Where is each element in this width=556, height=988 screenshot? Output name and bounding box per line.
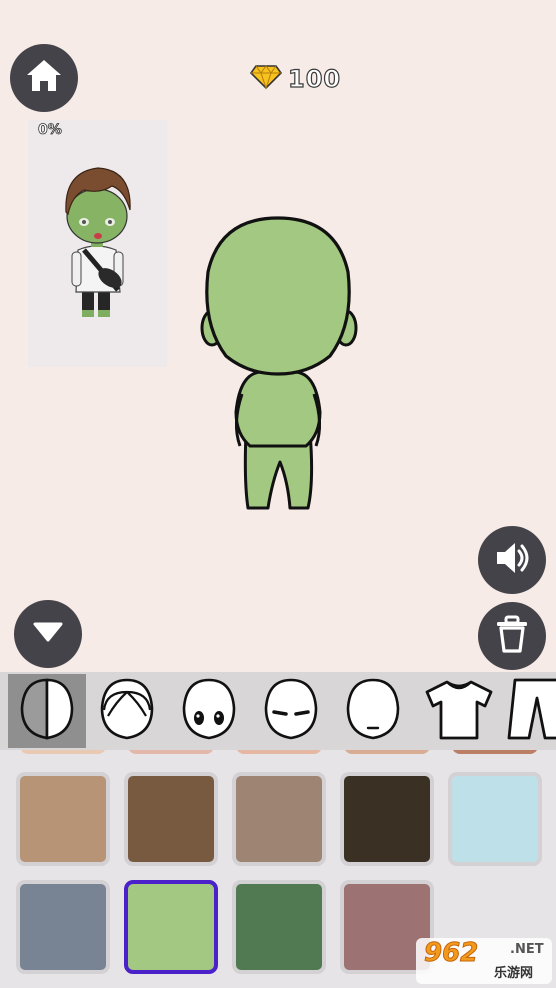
- gem-counter: 100: [249, 64, 342, 94]
- triangle-down-icon: [31, 620, 65, 648]
- tab-hair[interactable]: [88, 674, 166, 748]
- category-bar: [0, 672, 556, 750]
- tab-bottom[interactable]: [498, 674, 556, 748]
- tab-top[interactable]: [420, 674, 498, 748]
- tshirt-icon: [423, 676, 495, 746]
- watermark-number: 962: [423, 938, 479, 969]
- eyebrows-icon: [260, 676, 322, 746]
- character-preview-card[interactable]: 0%: [28, 120, 167, 367]
- skin-swatch[interactable]: [232, 772, 326, 866]
- preview-character: [65, 167, 131, 317]
- skin-swatch[interactable]: [340, 772, 434, 866]
- pants-icon: [501, 676, 556, 746]
- skin-swatch[interactable]: [16, 772, 110, 866]
- watermark-logo: 962 .NET 乐游网: [416, 938, 552, 984]
- sound-button[interactable]: [478, 526, 546, 594]
- skin-swatch[interactable]: [232, 880, 326, 974]
- collapse-panel-button[interactable]: [14, 600, 82, 668]
- watermark-domain: .NET: [510, 942, 544, 957]
- eyes-icon: [178, 676, 240, 746]
- home-button[interactable]: [10, 44, 78, 112]
- skin-swatch[interactable]: [124, 880, 218, 974]
- tab-eyes[interactable]: [170, 674, 248, 748]
- skin-swatch[interactable]: [124, 772, 218, 866]
- home-icon: [24, 56, 64, 100]
- skin-swatch[interactable]: [448, 772, 542, 866]
- trash-button[interactable]: [478, 602, 546, 670]
- hair-icon: [96, 676, 158, 746]
- watermark-site-name: 乐游网: [494, 966, 534, 981]
- skin-swatch[interactable]: [16, 880, 110, 974]
- tab-skin[interactable]: [8, 674, 86, 748]
- tab-eyebrows[interactable]: [252, 674, 330, 748]
- gem-count: 100: [287, 64, 342, 93]
- mouth-icon: [342, 676, 404, 746]
- half-face-icon: [16, 676, 78, 746]
- trash-icon: [492, 614, 532, 658]
- character-avatar: [200, 216, 358, 510]
- progress-label: 0%: [38, 122, 63, 139]
- yellow-diamond-icon: [249, 64, 283, 94]
- speaker-icon: [492, 538, 532, 582]
- tab-mouth[interactable]: [334, 674, 412, 748]
